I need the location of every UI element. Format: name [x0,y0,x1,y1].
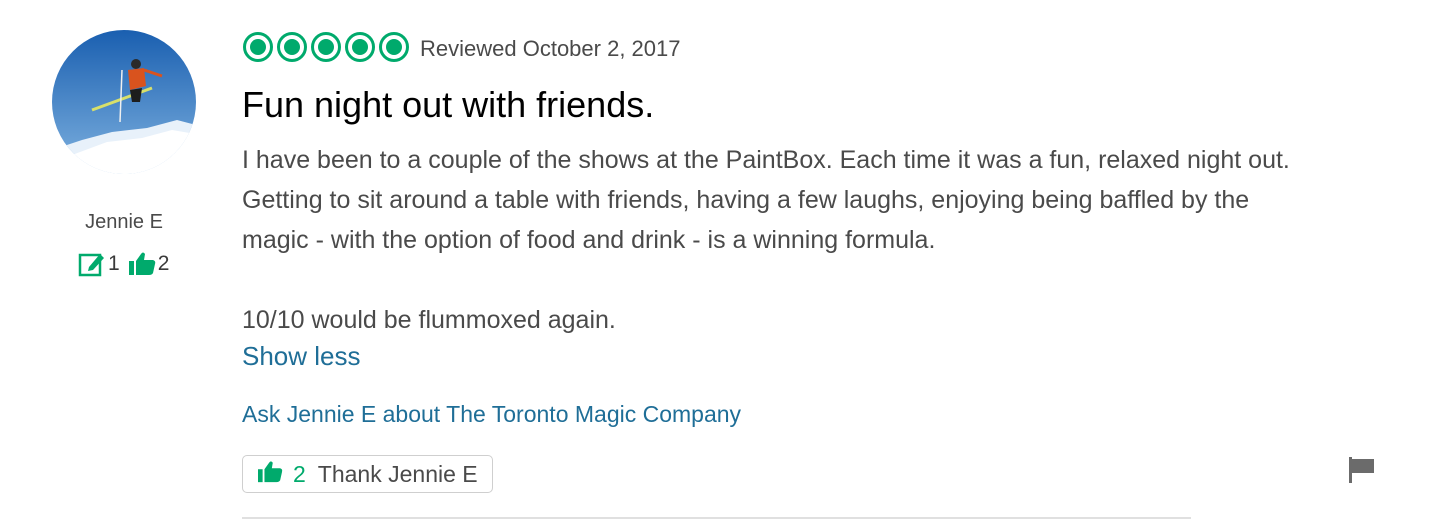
review-date: Reviewed October 2, 2017 [420,36,681,61]
review-paragraph: I have been to a couple of the shows at … [242,146,1290,254]
rating-bubble [311,32,341,62]
reviewer-stats: 1 2 [78,250,169,278]
thank-count: 2 [293,460,306,487]
rating-bubble [277,32,307,62]
thank-label: Thank Jennie E [317,460,478,487]
reviewer-name[interactable]: Jennie E [60,211,188,234]
ask-reviewer-link[interactable]: Ask Jennie E about The Toronto Magic Com… [242,401,741,428]
review-body: I have been to a couple of the shows at … [242,140,1322,340]
rating-bubble [345,32,375,62]
review-title[interactable]: Fun night out with friends. [242,84,654,126]
rating-bubble [243,32,273,62]
reviews-written-icon [78,250,106,278]
thumbs-up-icon [128,251,156,277]
show-less-link[interactable]: Show less [242,341,361,372]
rating-bubbles [243,32,409,62]
thumbs-up-icon [257,460,283,489]
divider [242,517,1191,519]
rating-bubble [379,32,409,62]
thank-reviewer-button[interactable]: 2 Thank Jennie E [242,455,493,493]
flag-icon[interactable] [1349,457,1375,488]
contributions-count: 1 [108,252,120,275]
helpful-votes-count: 2 [157,252,170,275]
reviewer-avatar[interactable] [52,30,196,174]
review-paragraph: 10/10 would be flummoxed again. [242,306,616,334]
avatar-photo [52,30,196,174]
